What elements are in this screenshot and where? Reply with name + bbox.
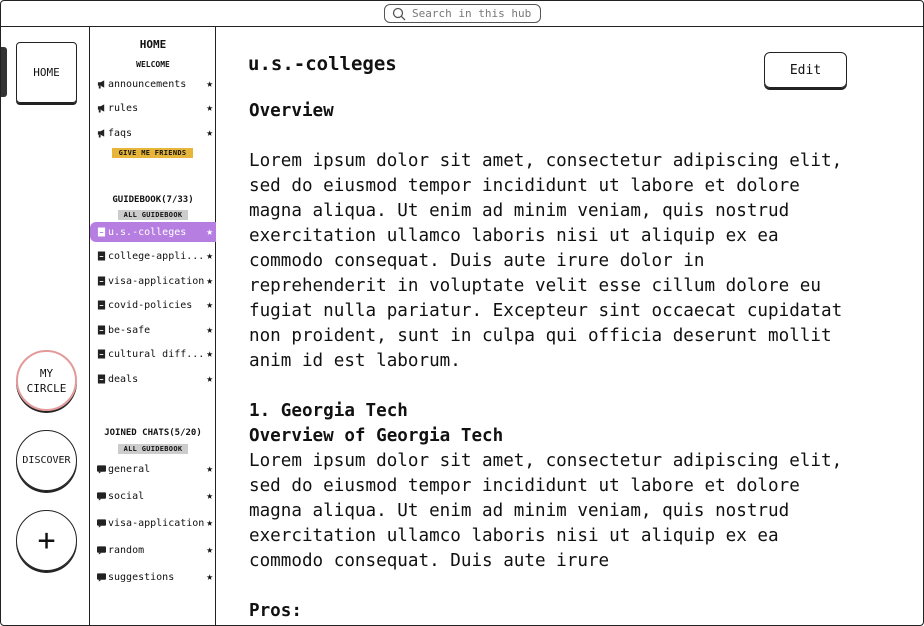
chat-bubble-icon	[97, 573, 106, 582]
sidebar-item-cultural-differences[interactable]: cultural diff... ★	[90, 344, 216, 364]
app-window: HOME MY CIRCLE DISCOVER + HOME WELCOME a…	[0, 0, 924, 626]
sidebar-item-label: announcements	[108, 78, 187, 90]
sidebar-item-label: rules	[108, 102, 139, 114]
sidebar-item-label: u.s.-colleges	[108, 226, 187, 238]
sidebar-item-college-applications[interactable]: college-appli... ★	[90, 246, 216, 266]
chat-item-label: social	[108, 490, 145, 502]
star-icon[interactable]: ★	[206, 298, 213, 311]
chat-bubble-icon	[97, 492, 106, 501]
document-icon	[97, 227, 106, 237]
star-icon[interactable]: ★	[206, 489, 213, 502]
section-subheading: Overview of Georgia Tech	[249, 426, 504, 446]
add-button[interactable]: +	[16, 510, 77, 571]
star-icon[interactable]: ★	[206, 543, 213, 556]
sidebar-item-label: covid-policies	[108, 299, 193, 311]
pros-heading: Pros:	[249, 601, 302, 621]
star-icon[interactable]: ★	[206, 462, 213, 475]
document-icon	[97, 325, 106, 335]
sidebar-item-faqs[interactable]: faqs ★	[90, 123, 216, 143]
star-icon[interactable]: ★	[206, 323, 213, 336]
chat-item-general[interactable]: general ★	[90, 459, 216, 479]
give-me-friends-tag[interactable]: GIVE ME FRIENDS	[112, 148, 193, 158]
star-icon[interactable]: ★	[206, 372, 213, 385]
star-icon[interactable]: ★	[206, 249, 213, 262]
chat-bubble-icon	[97, 519, 106, 528]
section-heading: 1. Georgia Tech	[249, 401, 408, 421]
search-input[interactable]	[412, 7, 532, 20]
chat-item-visa-application[interactable]: visa-application ★	[90, 513, 216, 533]
joined-chats-heading: JOINED CHATS(5/20)	[104, 428, 202, 438]
sidebar-item-label: faqs	[108, 127, 133, 139]
sidebar-item-label: deals	[108, 373, 139, 385]
chat-item-suggestions[interactable]: suggestions ★	[90, 567, 216, 587]
my-circle-button[interactable]: MY CIRCLE	[16, 350, 77, 411]
star-icon[interactable]: ★	[206, 101, 213, 114]
sidebar-item-label: visa-application	[108, 275, 205, 287]
active-indicator	[1, 47, 7, 97]
left-rail: HOME MY CIRCLE DISCOVER +	[1, 27, 90, 625]
star-icon[interactable]: ★	[206, 347, 213, 360]
document-icon	[97, 374, 106, 384]
megaphone-icon	[97, 104, 105, 113]
chat-bubble-icon	[97, 546, 106, 555]
megaphone-icon	[97, 129, 105, 138]
document-icon	[97, 349, 106, 359]
star-icon[interactable]: ★	[206, 77, 213, 90]
chat-item-label: suggestions	[108, 571, 175, 583]
guidebook-heading: GUIDEBOOK(7/33)	[112, 195, 194, 205]
document-icon	[97, 276, 106, 286]
sidebar-item-be-safe[interactable]: be-safe ★	[90, 320, 216, 340]
star-icon[interactable]: ★	[206, 516, 213, 529]
star-icon[interactable]: ★	[206, 570, 213, 583]
star-icon[interactable]: ★	[206, 274, 213, 287]
search-box[interactable]	[384, 4, 541, 23]
section-body: Lorem ipsum dolor sit amet, consectetur …	[249, 451, 843, 571]
sidebar-item-label: cultural diff...	[108, 348, 205, 360]
document-icon	[97, 251, 106, 261]
sidebar-item-us-colleges[interactable]: u.s.-colleges ★	[90, 222, 216, 242]
edit-button[interactable]: Edit	[764, 52, 847, 88]
sidebar-item-label: college-appli...	[108, 250, 205, 262]
megaphone-icon	[97, 80, 105, 89]
star-icon[interactable]: ★	[206, 225, 213, 238]
chat-bubble-icon	[97, 465, 106, 474]
sidebar-item-rules[interactable]: rules ★	[90, 98, 216, 118]
chat-item-label: random	[108, 544, 145, 556]
chat-item-social[interactable]: social ★	[90, 486, 216, 506]
sidebar-item-covid-policies[interactable]: covid-policies ★	[90, 295, 216, 315]
chat-item-label: general	[108, 463, 151, 475]
overview-body: Lorem ipsum dolor sit amet, consectetur …	[249, 151, 843, 371]
overview-heading: Overview	[249, 101, 334, 121]
all-guidebook-tag[interactable]: ALL GUIDEBOOK	[118, 210, 188, 220]
sidebar-item-announcements[interactable]: announcements ★	[90, 74, 216, 94]
page-title: u.s.-colleges	[248, 53, 397, 75]
sidebar-item-label: be-safe	[108, 324, 151, 336]
sidebar-item-deals[interactable]: deals ★	[90, 369, 216, 389]
sidebar-item-visa-application[interactable]: visa-application ★	[90, 271, 216, 291]
discover-button[interactable]: DISCOVER	[16, 430, 77, 491]
star-icon[interactable]: ★	[206, 126, 213, 139]
chat-item-label: visa-application	[108, 517, 205, 529]
home-button[interactable]: HOME	[16, 42, 77, 103]
main-content: u.s.-colleges Edit Overview Lorem ipsum …	[216, 27, 923, 625]
document-icon	[97, 300, 106, 310]
sidebar: HOME WELCOME announcements ★ rules ★ faq…	[90, 27, 216, 625]
top-bar	[1, 1, 923, 27]
welcome-heading: WELCOME	[136, 60, 170, 69]
sidebar-title: HOME	[139, 38, 167, 51]
chat-item-random[interactable]: random ★	[90, 540, 216, 560]
all-guidebook-tag[interactable]: ALL GUIDEBOOK	[118, 444, 188, 454]
search-icon	[392, 7, 406, 20]
